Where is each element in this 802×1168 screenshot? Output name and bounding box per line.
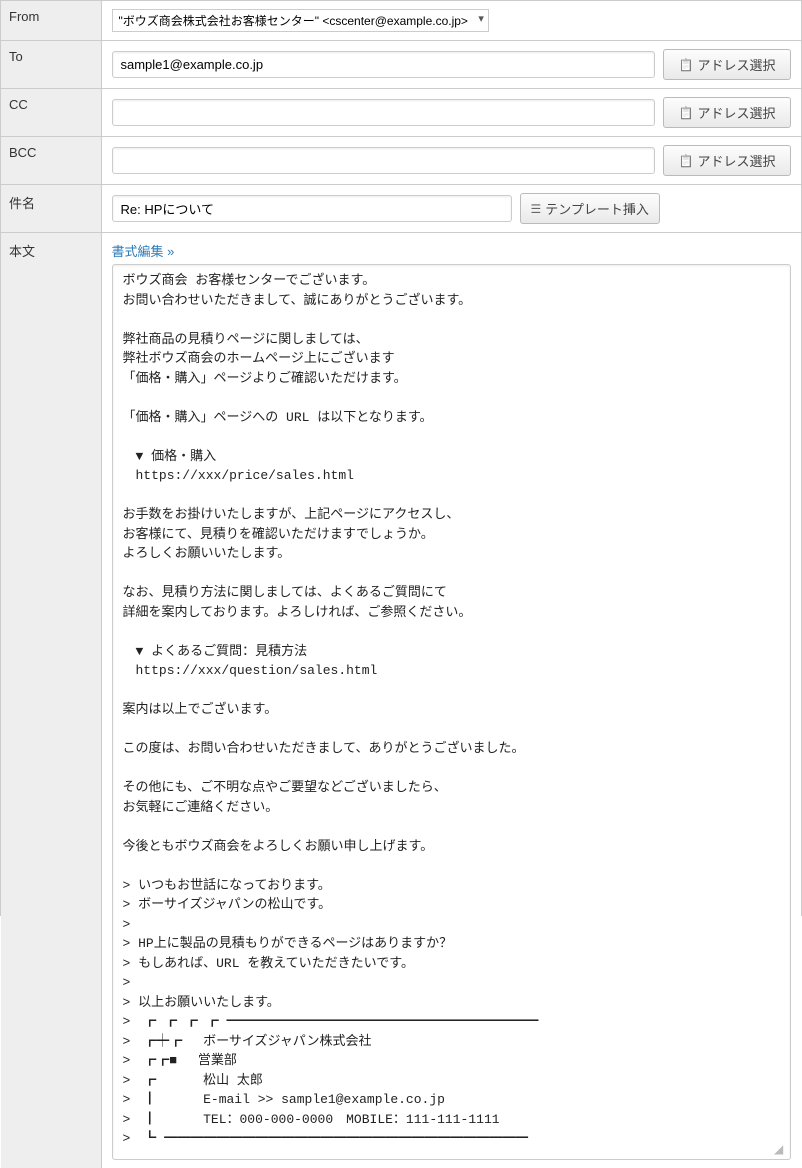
body-text: ボウズ商会 お客様センターでございます。 お問い合わせいただきまして、誠にありが… xyxy=(123,271,781,1149)
from-label: From xyxy=(1,1,101,41)
button-label: アドレス選択 xyxy=(697,103,775,122)
cc-address-select-button[interactable]: アドレス選択 xyxy=(663,97,791,128)
chevron-double-right-icon: » xyxy=(167,244,174,259)
bcc-input[interactable] xyxy=(112,147,656,174)
addressbook-icon xyxy=(679,105,694,120)
button-label: アドレス選択 xyxy=(697,55,775,74)
bcc-label: BCC xyxy=(1,137,101,185)
addressbook-icon xyxy=(679,153,694,168)
to-label: To xyxy=(1,41,101,89)
subject-label: 件名 xyxy=(1,185,101,233)
to-input[interactable] xyxy=(112,51,656,78)
resize-handle[interactable]: ◢ xyxy=(774,1143,788,1157)
body-editor[interactable]: ボウズ商会 お客様センターでございます。 お問い合わせいただきまして、誠にありが… xyxy=(112,264,792,1160)
format-link-label: 書式編集 xyxy=(112,244,164,259)
template-insert-button[interactable]: テンプレート挿入 xyxy=(520,193,660,224)
format-edit-link[interactable]: 書式編集 » xyxy=(112,241,175,260)
button-label: アドレス選択 xyxy=(697,151,775,170)
bcc-address-select-button[interactable]: アドレス選択 xyxy=(663,145,791,176)
addressbook-icon xyxy=(679,57,694,72)
to-address-select-button[interactable]: アドレス選択 xyxy=(663,49,791,80)
cc-label: CC xyxy=(1,89,101,137)
body-label: 本文 xyxy=(1,233,101,1168)
template-icon xyxy=(531,201,542,216)
subject-input[interactable] xyxy=(112,195,512,222)
cc-input[interactable] xyxy=(112,99,656,126)
button-label: テンプレート挿入 xyxy=(545,199,649,218)
from-dropdown[interactable]: "ボウズ商会株式会社お客様センター" <cscenter@example.co.… xyxy=(112,9,489,32)
from-value: "ボウズ商会株式会社お客様センター" <cscenter@example.co.… xyxy=(119,14,468,28)
